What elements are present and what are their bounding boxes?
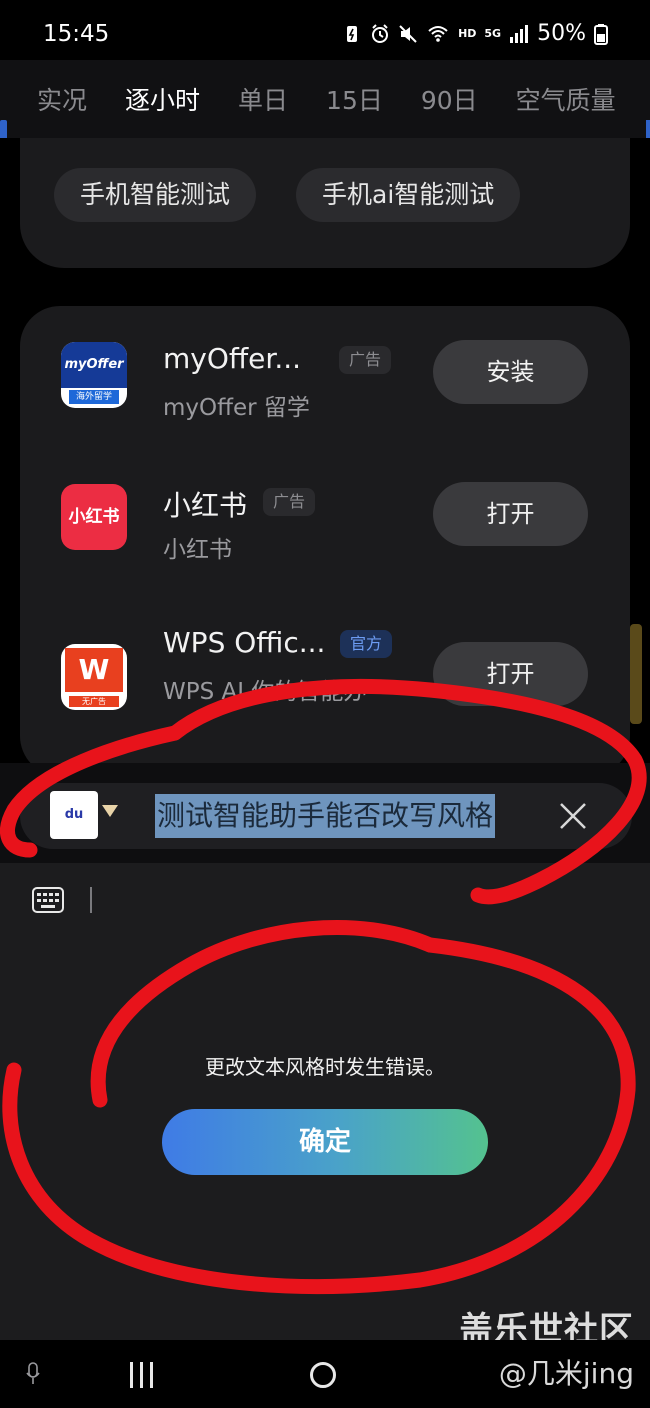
text-cursor: [90, 887, 92, 913]
forecast-tabs: 实况 逐小时 单日 15日 90日 空气质量: [0, 60, 650, 138]
keyboard-icon[interactable]: [32, 887, 64, 913]
app-subtitle: 小红书: [163, 537, 232, 563]
error-message: 更改文本风格时发生错误。: [205, 1055, 445, 1079]
app-name: myOffer...: [163, 342, 302, 375]
app-name: WPS Offic...: [163, 626, 326, 659]
open-button[interactable]: 打开: [433, 642, 588, 706]
suggestion-chip[interactable]: 手机ai智能测试: [296, 168, 521, 222]
tab-hourly[interactable]: 逐小时: [125, 81, 200, 117]
wifi-icon: [428, 25, 448, 42]
baidu-logo-icon[interactable]: du: [50, 791, 98, 839]
app-subtitle: WPS AI 你的智能办: [163, 679, 367, 705]
tab-daily[interactable]: 单日: [238, 81, 288, 117]
search-input[interactable]: 测试智能助手能否改写风格: [155, 794, 496, 838]
app-subtitle: myOffer 留学: [163, 395, 310, 421]
install-button[interactable]: 安装: [433, 340, 588, 404]
app-row-wps[interactable]: W 无广告 WPS Offic... 官方 WPS AI 你的智能办 打开: [20, 626, 630, 736]
battery-icon: [594, 23, 608, 45]
search-bar[interactable]: du 测试智能助手能否改写风格: [20, 783, 632, 849]
tab-15-day[interactable]: 15日: [326, 81, 383, 117]
battery-saver-icon: [347, 25, 358, 42]
myoffer-app-icon: myOffer 海外留学: [61, 342, 127, 408]
app-list-card: myOffer 海外留学 myOffer... 广告 myOffer 留学 安装…: [20, 306, 630, 763]
home-icon[interactable]: [310, 1362, 336, 1388]
app-row-xiaohongshu[interactable]: 小红书 小红书 广告 小红书 打开: [20, 482, 630, 594]
app-row-myoffer[interactable]: myOffer 海外留学 myOffer... 广告 myOffer 留学 安装: [20, 340, 630, 452]
alarm-icon: [372, 23, 389, 43]
tab-live[interactable]: 实况: [37, 81, 87, 117]
app-name: 小红书: [163, 489, 248, 522]
mute-icon: [399, 24, 417, 43]
hd-indicator: HD: [458, 27, 477, 40]
status-time: 15:45: [43, 21, 110, 47]
signal-icon: [510, 24, 529, 43]
watermark-author: @几米jing: [498, 1357, 634, 1390]
network-type: 5G: [484, 27, 502, 40]
status-icons: HD 5G 50%: [342, 21, 608, 46]
clear-icon[interactable]: [556, 799, 590, 833]
battery-percent: 50%: [537, 21, 586, 46]
suggestion-chip[interactable]: 手机智能测试: [54, 168, 257, 222]
official-badge: 官方: [340, 630, 393, 658]
confirm-button[interactable]: 确定: [162, 1109, 488, 1175]
search-area: du 测试智能助手能否改写风格: [0, 763, 650, 863]
engine-dropdown-icon[interactable]: [102, 805, 118, 817]
tab-90-day[interactable]: 90日: [421, 81, 478, 117]
suggestion-card: 手机智能测试 手机ai智能测试: [20, 138, 630, 268]
open-button[interactable]: 打开: [433, 482, 588, 546]
search-results-panel: 手机智能测试 手机ai智能测试 myOffer 海外留学 myOffer... …: [0, 138, 650, 763]
tab-air-quality[interactable]: 空气质量: [516, 81, 616, 117]
ad-badge: 广告: [263, 488, 316, 516]
recent-apps-icon[interactable]: [130, 1362, 154, 1388]
wps-app-icon: W 无广告: [61, 644, 127, 710]
microphone-icon[interactable]: [26, 1362, 40, 1386]
writing-assist-panel: 更改文本风格时发生错误。 确定: [0, 863, 650, 1340]
status-bar: 15:45 HD 5G 50%: [0, 0, 650, 60]
xiaohongshu-app-icon: 小红书: [61, 484, 127, 550]
side-thumbnail: [630, 624, 642, 724]
ad-badge: 广告: [339, 346, 392, 374]
